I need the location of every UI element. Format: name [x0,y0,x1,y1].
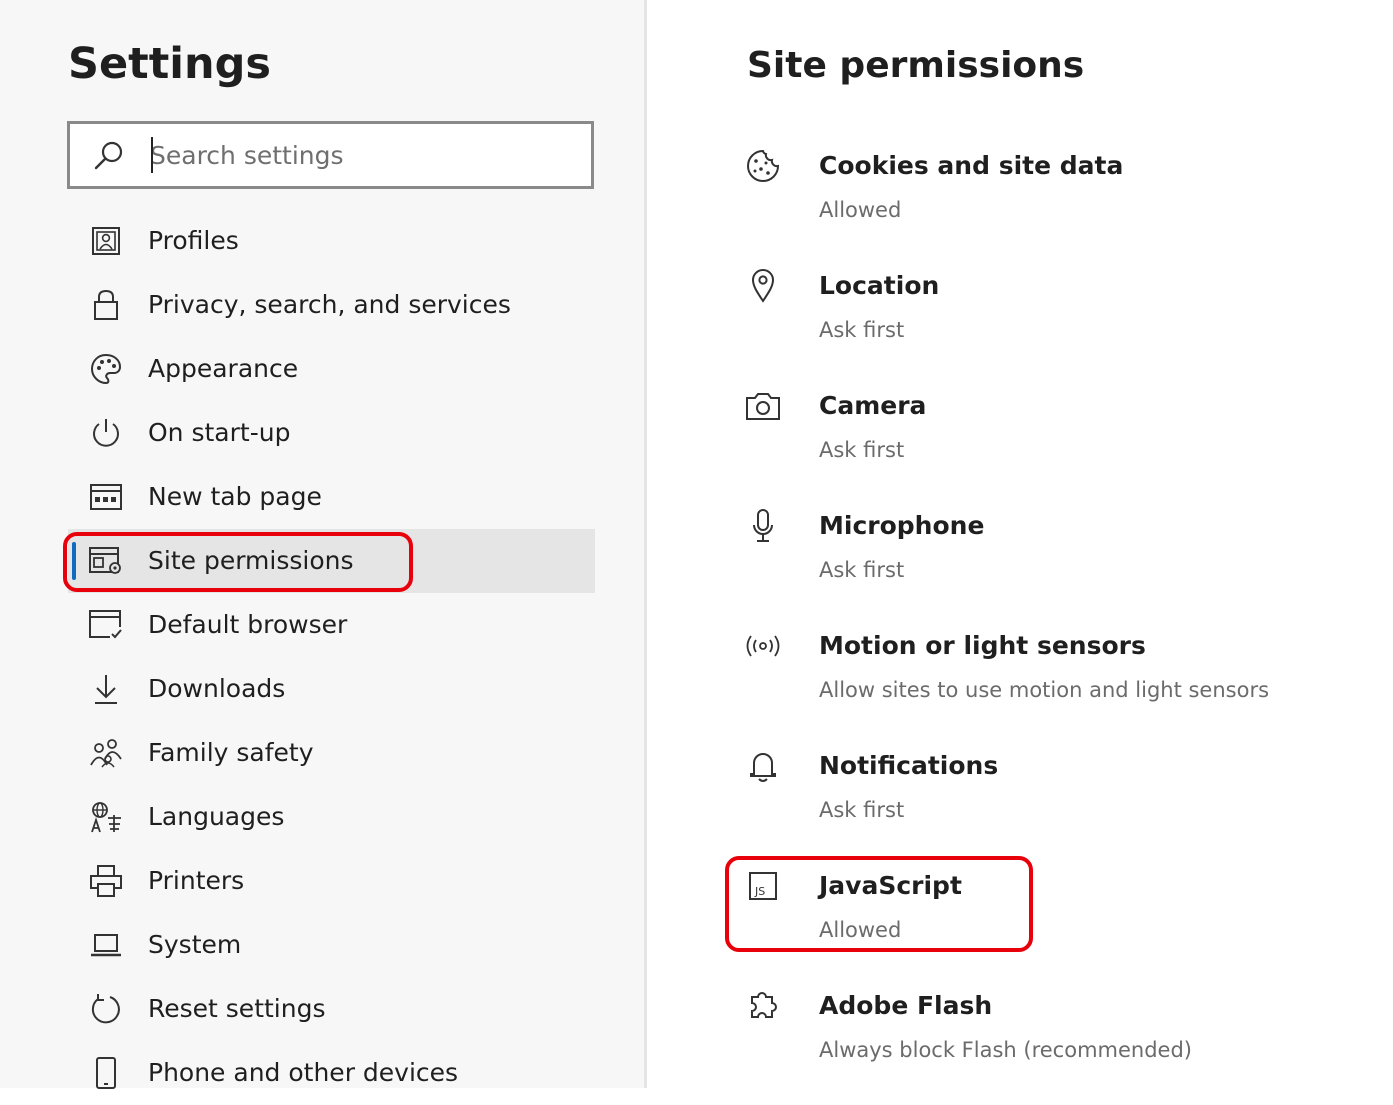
sidebar-item-label: Site permissions [148,546,354,575]
cookie-icon [739,148,787,184]
sidebar-item-profiles[interactable]: Profiles [68,209,595,273]
permission-status: Allow sites to use motion and light sens… [819,678,1270,702]
languages-icon [86,801,126,833]
page-title: Site permissions [747,45,1085,86]
sidebar-item-label: Privacy, search, and services [148,290,511,319]
permission-title: Notifications [819,751,999,780]
download-icon [86,673,126,705]
sidebar-item-label: System [148,930,242,959]
sidebar-item-label: Downloads [148,674,286,703]
laptop-icon [86,929,126,961]
permission-title: Adobe Flash [819,991,993,1020]
permission-title: Cookies and site data [819,151,1124,180]
svg-text:JS: JS [754,885,765,898]
permission-adobe-flash[interactable]: Adobe Flash Always block Flash (recommen… [737,980,1357,1090]
permission-title: JavaScript [819,871,962,900]
sidebar-item-on-startup[interactable]: On start-up [68,401,595,465]
sidebar-item-family-safety[interactable]: Family safety [68,721,595,785]
sidebar-item-reset-settings[interactable]: Reset settings [68,977,595,1041]
microphone-icon [739,508,787,544]
permission-status: Allowed [819,198,902,222]
sidebar-item-label: Profiles [148,226,239,255]
permission-notifications[interactable]: Notifications Ask first [737,740,1357,850]
bell-icon [739,748,787,784]
settings-title: Settings [68,39,271,89]
sidebar-item-downloads[interactable]: Downloads [68,657,595,721]
permission-javascript[interactable]: JS JavaScript Allowed [737,860,1357,970]
selected-indicator [72,542,76,580]
family-icon [86,737,126,769]
sidebar-item-languages[interactable]: Languages [68,785,595,849]
camera-icon [739,388,787,424]
lock-icon [86,289,126,321]
sidebar-item-appearance[interactable]: Appearance [68,337,595,401]
permission-title: Camera [819,391,927,420]
permission-status: Allowed [819,918,902,942]
sidebar-item-new-tab-page[interactable]: New tab page [68,465,595,529]
javascript-icon: JS [739,868,787,904]
sidebar-item-label: Family safety [148,738,314,767]
default-browser-icon [86,609,126,641]
sidebar-item-label: Appearance [148,354,299,383]
sidebar-item-label: New tab page [148,482,322,511]
text-cursor [151,137,153,173]
site-permissions-pane: Site permissions Cookies and site data A… [647,0,1393,1088]
permission-microphone[interactable]: Microphone Ask first [737,500,1357,610]
permission-title: Motion or light sensors [819,631,1146,660]
new-tab-icon [86,481,126,513]
permission-status: Ask first [819,318,905,342]
phone-icon [86,1057,126,1089]
sidebar-item-label: Printers [148,866,245,895]
power-icon [86,417,126,449]
permission-status: Ask first [819,558,905,582]
sidebar-item-label: Reset settings [148,994,326,1023]
sidebar-item-phone-devices[interactable]: Phone and other devices [68,1041,595,1105]
sidebar-item-site-permissions[interactable]: Site permissions [68,529,595,593]
sensor-icon [739,628,787,664]
permission-motion-sensors[interactable]: Motion or light sensors Allow sites to u… [737,620,1357,730]
reset-icon [86,993,126,1025]
permission-status: Ask first [819,798,905,822]
permission-location[interactable]: Location Ask first [737,260,1357,370]
profile-icon [86,225,126,257]
printer-icon [86,865,126,897]
sidebar-item-label: On start-up [148,418,291,447]
search-input[interactable] [150,124,570,186]
location-icon [739,268,787,304]
permission-status: Always block Flash (recommended) [819,1038,1192,1062]
sidebar-item-label: Default browser [148,610,348,639]
sidebar-item-system[interactable]: System [68,913,595,977]
puzzle-icon [739,988,787,1024]
settings-sidebar: Settings Profiles Privacy, search, an [0,0,646,1089]
sidebar-item-default-browser[interactable]: Default browser [68,593,595,657]
permission-camera[interactable]: Camera Ask first [737,380,1357,490]
permission-cookies[interactable]: Cookies and site data Allowed [737,140,1357,250]
palette-icon [86,353,126,385]
site-permissions-icon [86,545,126,577]
permission-status: Ask first [819,438,905,462]
permission-title: Microphone [819,511,985,540]
sidebar-item-privacy[interactable]: Privacy, search, and services [68,273,595,337]
search-box[interactable] [67,121,594,189]
search-icon [94,141,123,170]
permission-title: Location [819,271,940,300]
sidebar-item-label: Languages [148,802,285,831]
sidebar-item-printers[interactable]: Printers [68,849,595,913]
sidebar-item-label: Phone and other devices [148,1058,459,1087]
